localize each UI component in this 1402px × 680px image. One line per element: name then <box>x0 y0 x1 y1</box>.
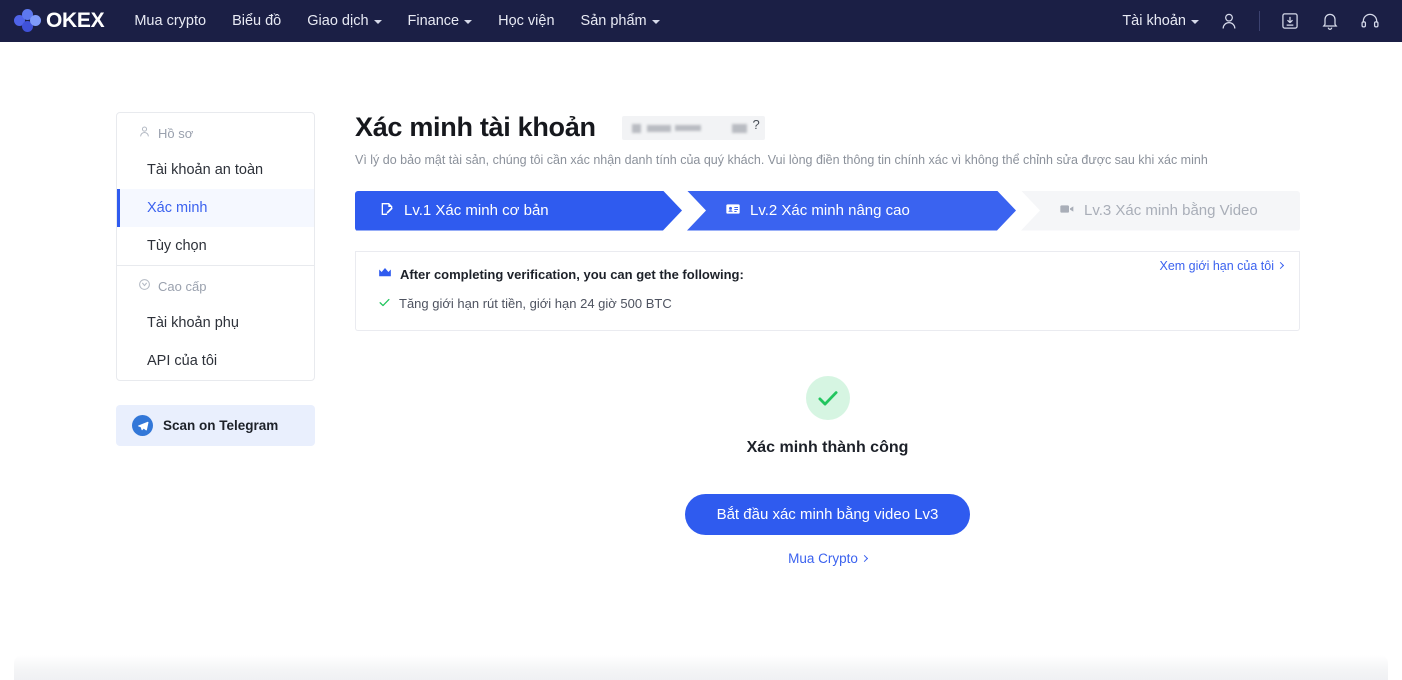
user-icon[interactable] <box>1219 11 1239 31</box>
start-video-verification-button[interactable]: Bắt đầu xác minh bằng video Lv3 <box>684 493 971 535</box>
success-title: Xác minh thành công <box>746 438 909 456</box>
view-my-limit-link[interactable]: Xem giới hạn của tôi <box>1159 258 1285 273</box>
title-row: Xác minh tài khoản ? <box>355 112 1300 143</box>
chevron-down-icon <box>651 20 660 24</box>
sidebar-item-api-cua-toi[interactable]: API của tôi <box>117 342 314 380</box>
headset-icon[interactable] <box>1360 11 1380 31</box>
nav-links: Mua crypto Biểu đồ Giao dịch Finance Học… <box>134 13 660 29</box>
crown-icon <box>378 267 392 282</box>
verification-steps: Lv.1 Xác minh cơ bản Lv.2 Xác minh nâng … <box>355 190 1300 231</box>
check-circle-icon <box>805 375 850 420</box>
chevron-down-icon <box>1191 20 1199 24</box>
nav-item-label: Biểu đồ <box>232 13 282 29</box>
sidebar-card: Hồ sơ Tài khoản an toàn Xác minh Tùy chọ… <box>116 112 315 381</box>
sidebar-group-label: Hồ sơ <box>158 125 194 141</box>
buy-crypto-link[interactable]: Mua Crypto <box>788 550 868 566</box>
okex-logo-mark-icon <box>14 9 41 33</box>
okex-logo-text: OKEX <box>46 9 105 32</box>
sidebar-item-label: Tài khoản an toàn <box>147 162 264 178</box>
page-subtitle: Vì lý do bảo mật tài sản, chúng tôi cần … <box>355 153 1208 167</box>
benefits-panel: After completing verification, you can g… <box>355 250 1300 331</box>
nav-item-label: Giao dịch <box>307 13 369 29</box>
buy-crypto-label: Mua Crypto <box>788 550 858 566</box>
redacted-badge: ? <box>621 115 765 140</box>
benefits-heading-text: After completing verification, you can g… <box>400 266 744 282</box>
nav-item-hoc-vien[interactable]: Học viện <box>498 13 554 29</box>
nav-item-label: Mua crypto <box>134 13 207 29</box>
video-camera-icon <box>1059 201 1075 221</box>
okex-logo[interactable]: OKEX <box>14 9 105 33</box>
verification-success-block: Xác minh thành công Bắt đầu xác minh bằn… <box>355 375 1300 568</box>
sidebar-item-tai-khoan-an-toan[interactable]: Tài khoản an toàn <box>117 151 314 189</box>
top-navbar: OKEX Mua crypto Biểu đồ Giao dịch Financ… <box>0 0 1402 42</box>
sidebar-item-tai-khoan-phu[interactable]: Tài khoản phụ <box>117 304 314 342</box>
telegram-icon <box>132 415 153 436</box>
view-my-limit-label: Xem giới hạn của tôi <box>1159 258 1274 273</box>
document-edit-icon <box>379 201 395 221</box>
id-card-icon <box>725 201 741 221</box>
nav-item-bieu-do[interactable]: Biểu đồ <box>232 13 281 29</box>
nav-item-mua-crypto[interactable]: Mua crypto <box>134 13 206 29</box>
navbar-divider <box>1259 11 1260 31</box>
user-outline-icon <box>138 125 151 141</box>
sidebar-item-label: Tùy chọn <box>147 238 207 254</box>
check-icon <box>378 296 391 312</box>
account-label: Tài khoản <box>1122 13 1186 29</box>
bell-icon[interactable] <box>1320 11 1340 31</box>
step-label: Lv.1 Xác minh cơ bản <box>404 202 549 219</box>
main-content: Xác minh tài khoản ? Vì lý do bảo mật tà… <box>355 112 1300 568</box>
nav-item-label: Học viện <box>498 13 555 29</box>
step-lv3-video-verification[interactable]: Lv.3 Xác minh bằng Video <box>1021 190 1300 231</box>
step-lv1-basic-verification[interactable]: Lv.1 Xác minh cơ bản <box>355 191 682 231</box>
sidebar: Hồ sơ Tài khoản an toàn Xác minh Tùy chọ… <box>116 112 315 446</box>
step-label: Lv.2 Xác minh nâng cao <box>750 202 910 219</box>
sidebar-item-label: API của tôi <box>147 353 218 369</box>
sidebar-item-label: Xác minh <box>147 200 208 216</box>
telegram-button-label: Scan on Telegram <box>163 418 279 433</box>
sidebar-item-tuy-chon[interactable]: Tùy chọn <box>117 227 314 265</box>
benefits-heading: After completing verification, you can g… <box>378 267 1277 282</box>
chevron-down-icon <box>373 20 382 24</box>
step-lv2-advanced-verification[interactable]: Lv.2 Xác minh nâng cao <box>687 191 1016 231</box>
page-title: Xác minh tài khoản <box>355 112 596 142</box>
chevron-right-icon <box>860 554 868 562</box>
nav-item-label: Sản phẩm <box>580 13 647 29</box>
sidebar-group-profile-header: Hồ sơ <box>117 113 314 151</box>
download-icon[interactable] <box>1280 11 1300 31</box>
sidebar-item-label: Tài khoản phụ <box>147 315 239 331</box>
redacted-badge-suffix: ? <box>752 116 760 132</box>
benefit-item: Tăng giới hạn rút tiền, giới hạn 24 giờ … <box>378 296 1277 312</box>
scan-on-telegram-button[interactable]: Scan on Telegram <box>116 405 315 446</box>
navbar-right-group: Tài khoản <box>1122 11 1380 31</box>
nav-item-san-pham[interactable]: Sản phẩm <box>581 13 660 29</box>
nav-item-label: Finance <box>407 13 460 29</box>
sidebar-item-xac-minh[interactable]: Xác minh <box>117 189 314 227</box>
footer-band <box>14 655 1388 680</box>
nav-item-finance[interactable]: Finance <box>408 13 473 29</box>
nav-item-account[interactable]: Tài khoản <box>1122 13 1199 29</box>
chevron-down-icon <box>464 20 473 24</box>
page-body: Hồ sơ Tài khoản an toàn Xác minh Tùy chọ… <box>0 42 1402 680</box>
sidebar-group-label: Cao cấp <box>158 278 207 294</box>
step-label: Lv.3 Xác minh bằng Video <box>1084 202 1258 219</box>
nav-item-giao-dich[interactable]: Giao dịch <box>307 13 382 29</box>
sidebar-group-advanced-header: Cao cấp <box>117 266 314 304</box>
shield-icon <box>138 278 151 294</box>
chevron-right-icon <box>1276 261 1285 270</box>
benefit-item-text: Tăng giới hạn rút tiền, giới hạn 24 giờ … <box>399 296 672 311</box>
